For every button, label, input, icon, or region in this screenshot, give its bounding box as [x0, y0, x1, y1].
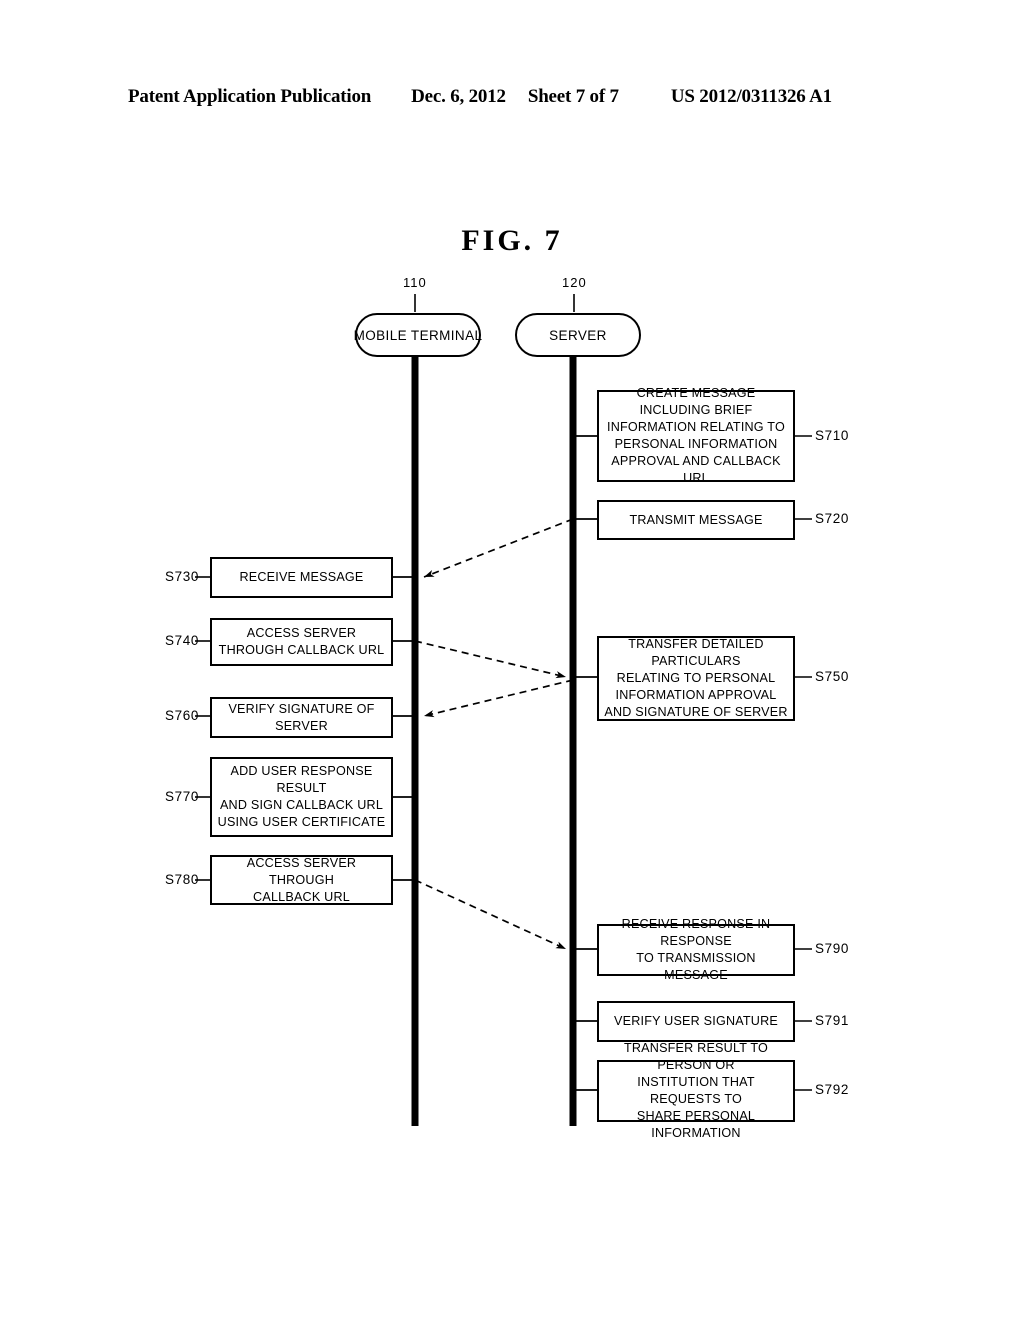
process-box-s760[interactable]: VERIFY SIGNATURE OF SERVER — [210, 697, 393, 738]
process-box-s780-text: ACCESS SERVER THROUGH CALLBACK URL — [246, 855, 357, 904]
ref-num-110: 110 — [403, 275, 427, 290]
diagram-lines-layer — [195, 294, 812, 1126]
process-box-s750-text: TRANSFER DETAILED PARTICULARS RELATING T… — [604, 637, 788, 719]
process-box-s792[interactable]: TRANSFER RESULT TO PERSON OR INSTITUTION… — [597, 1041, 795, 1140]
step-label-s791: S791 — [815, 1013, 849, 1028]
process-box-s791-text: VERIFY USER SIGNATURE — [614, 1014, 778, 1028]
process-box-s760-text: VERIFY SIGNATURE OF SERVER — [228, 701, 375, 733]
step-label-s720: S720 — [815, 511, 849, 526]
sequence-diagram: 110 MOBILE TERMINAL 120 SERVER CREATE ME… — [0, 0, 1024, 1320]
process-box-s792-text: TRANSFER RESULT TO PERSON OR INSTITUTION… — [623, 1041, 769, 1140]
step-label-s770: S770 — [165, 789, 199, 804]
process-box-s780[interactable]: ACCESS SERVER THROUGH CALLBACK URL — [210, 855, 393, 905]
step-label-s760: S760 — [165, 708, 199, 723]
process-box-s740-text: ACCESS SERVER THROUGH CALLBACK URL — [218, 626, 385, 657]
step-label-s740: S740 — [165, 633, 199, 648]
message-arrow-access-server — [414, 640, 567, 679]
process-box-s770[interactable]: ADD USER RESPONSE RESULT AND SIGN CALLBA… — [210, 757, 393, 837]
process-box-s790[interactable]: RECEIVE RESPONSE IN RESPONSE TO TRANSMIS… — [597, 917, 795, 982]
process-box-s720[interactable]: TRANSMIT MESSAGE — [597, 500, 795, 540]
process-box-s730-text: RECEIVE MESSAGE — [239, 570, 364, 584]
process-box-s770-text: ADD USER RESPONSE RESULT AND SIGN CALLBA… — [217, 764, 386, 829]
actor-mobile-terminal[interactable]: MOBILE TERMINAL — [353, 313, 483, 357]
process-box-s710-text: CREATE MESSAGE INCLUDING BRIEF INFORMATI… — [607, 386, 785, 485]
step-label-s730: S730 — [165, 569, 199, 584]
step-label-s792: S792 — [815, 1082, 849, 1097]
step-label-s790: S790 — [815, 941, 849, 956]
process-box-s750[interactable]: TRANSFER DETAILED PARTICULARS RELATING T… — [597, 636, 795, 721]
process-box-s710[interactable]: CREATE MESSAGE INCLUDING BRIEF INFORMATI… — [597, 386, 795, 485]
process-box-s740[interactable]: ACCESS SERVER THROUGH CALLBACK URL — [210, 618, 393, 666]
process-box-s791[interactable]: VERIFY USER SIGNATURE — [597, 1001, 795, 1042]
step-label-s750: S750 — [815, 669, 849, 684]
process-box-s790-text: RECEIVE RESPONSE IN RESPONSE TO TRANSMIS… — [621, 917, 771, 982]
actor-server[interactable]: SERVER — [515, 313, 641, 357]
step-label-s710: S710 — [815, 428, 849, 443]
step-label-s780: S780 — [165, 872, 199, 887]
actor-server-label: SERVER — [549, 327, 607, 343]
actor-mobile-terminal-label: MOBILE TERMINAL — [353, 327, 483, 343]
message-arrow-transfer-particulars — [423, 679, 574, 718]
ref-num-120: 120 — [562, 275, 587, 290]
message-arrow-send-response — [414, 879, 567, 950]
process-box-s730[interactable]: RECEIVE MESSAGE — [210, 557, 393, 598]
message-arrow-transmit-message — [423, 518, 574, 578]
process-box-s720-text: TRANSMIT MESSAGE — [629, 512, 763, 527]
